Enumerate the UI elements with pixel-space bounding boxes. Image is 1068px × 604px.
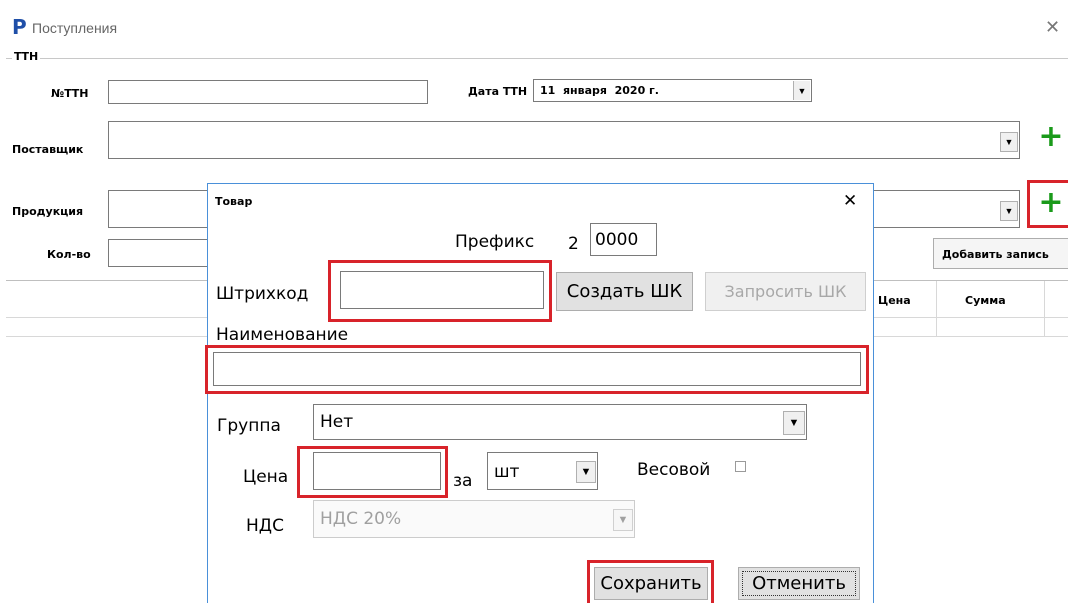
cancel-button[interactable]: Отменить bbox=[738, 567, 860, 600]
ttn-date-label: Дата ТТН bbox=[468, 85, 528, 98]
vat-combo: НДС 20% ▼ bbox=[313, 500, 635, 538]
name-input[interactable] bbox=[213, 352, 861, 386]
barcode-input[interactable] bbox=[340, 271, 544, 309]
qty-label: Кол-во bbox=[47, 248, 91, 261]
prefix-digit: 2 bbox=[568, 234, 579, 254]
prefix-value: 0000 bbox=[595, 230, 639, 250]
ttn-group-box bbox=[6, 58, 1068, 177]
group-value: Нет bbox=[320, 412, 354, 432]
vat-value: НДС 20% bbox=[320, 509, 402, 529]
ttn-date-picker[interactable]: 11 января 2020 г. ▼ bbox=[533, 79, 812, 102]
chevron-down-icon[interactable]: ▼ bbox=[576, 461, 596, 483]
barcode-label: Штрихкод bbox=[216, 284, 309, 304]
unit-value: шт bbox=[494, 462, 520, 482]
ttn-number-label: №ТТН bbox=[51, 87, 89, 100]
supplier-combo[interactable]: ▼ bbox=[108, 121, 1020, 159]
column-header-sum[interactable]: Сумма bbox=[965, 294, 1006, 307]
group-label: Группа bbox=[217, 416, 281, 436]
weight-label: Весовой bbox=[637, 460, 711, 480]
chevron-down-icon[interactable]: ▼ bbox=[793, 81, 810, 100]
column-header-price[interactable]: Цена bbox=[878, 294, 911, 307]
chevron-down-icon[interactable]: ▼ bbox=[783, 411, 805, 435]
create-barcode-button[interactable]: Создать ШК bbox=[556, 272, 693, 311]
group-combo[interactable]: Нет ▼ bbox=[313, 404, 807, 440]
ttn-number-input[interactable] bbox=[108, 80, 428, 104]
window-close-icon[interactable]: ✕ bbox=[1045, 17, 1060, 38]
name-label: Наименование bbox=[216, 325, 349, 345]
dialog-close-icon[interactable]: ✕ bbox=[843, 191, 857, 211]
chevron-down-icon[interactable]: ▼ bbox=[1000, 201, 1018, 221]
add-product-icon[interactable]: + bbox=[1036, 188, 1066, 220]
add-record-label: Добавить запись bbox=[942, 248, 1049, 261]
chevron-down-icon: ▼ bbox=[613, 509, 633, 531]
price-label: Цена bbox=[243, 467, 289, 487]
vat-label: НДС bbox=[246, 516, 284, 536]
unit-combo[interactable]: шт ▼ bbox=[487, 452, 598, 490]
ttn-group-label: ТТН bbox=[12, 50, 41, 63]
prefix-label: Префикс bbox=[455, 232, 535, 252]
window-title: Поступления bbox=[32, 20, 118, 36]
price-input[interactable] bbox=[313, 452, 441, 490]
add-record-button[interactable]: Добавить запись bbox=[933, 238, 1068, 269]
dialog-title: Товар bbox=[215, 195, 253, 208]
prefix-input[interactable]: 0000 bbox=[590, 223, 657, 256]
per-label: за bbox=[453, 471, 473, 491]
save-button[interactable]: Сохранить bbox=[594, 567, 708, 600]
chevron-down-icon[interactable]: ▼ bbox=[1000, 132, 1018, 152]
product-label: Продукция bbox=[12, 205, 84, 218]
app-logo-icon: P bbox=[12, 15, 27, 39]
supplier-label: Поставщик bbox=[12, 143, 84, 156]
ttn-date-value: 11 января 2020 г. bbox=[540, 84, 659, 97]
weight-checkbox[interactable] bbox=[735, 461, 746, 472]
add-supplier-icon[interactable]: + bbox=[1036, 122, 1066, 154]
request-barcode-button[interactable]: Запросить ШК bbox=[705, 272, 866, 311]
